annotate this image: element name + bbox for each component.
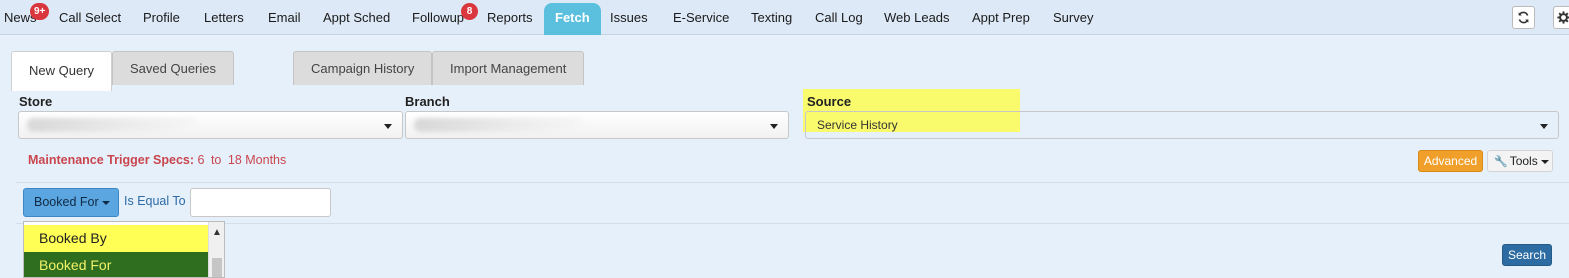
specs-label: Maintenance Trigger Specs:	[28, 153, 195, 167]
nav-texting[interactable]: Texting	[751, 0, 792, 35]
divider	[16, 182, 1569, 183]
chevron-down-icon	[770, 124, 778, 129]
chevron-down-icon	[101, 200, 110, 205]
advanced-button[interactable]: Advanced	[1418, 150, 1483, 172]
store-label: Store	[19, 94, 53, 109]
nav-survey[interactable]: Survey	[1053, 0, 1093, 35]
maintenance-trigger-specs: Maintenance Trigger Specs: 6 to 18 Month…	[28, 153, 286, 167]
divider	[16, 223, 1569, 224]
nav-appt-sched[interactable]: Appt Sched	[323, 0, 390, 35]
dropdown-option-booked-by[interactable]: Booked By	[24, 225, 209, 252]
source-label: Source	[807, 94, 852, 109]
source-value: Service History	[817, 118, 898, 132]
branch-label: Branch	[405, 94, 450, 109]
dropdown-scrollbar[interactable]: ▲	[208, 222, 224, 277]
chevron-down-icon	[1540, 124, 1548, 129]
nav-reports[interactable]: Reports	[487, 0, 533, 35]
chevron-down-icon	[384, 124, 392, 129]
nav-call-select[interactable]: Call Select	[59, 0, 121, 35]
branch-select[interactable]	[405, 111, 789, 139]
refresh-icon[interactable]	[1512, 6, 1535, 29]
tab-new-query[interactable]: New Query	[11, 51, 113, 91]
dropdown-option-booked-for[interactable]: Booked For	[24, 252, 209, 277]
tab-saved-queries[interactable]: Saved Queries	[112, 51, 234, 85]
nav-e-service[interactable]: E-Service	[673, 0, 729, 35]
specs-to: 18 Months	[227, 153, 287, 167]
store-select[interactable]	[18, 111, 403, 139]
field-dropdown-label: Booked For	[34, 195, 99, 209]
source-select[interactable]: Service History	[805, 111, 1559, 139]
wrench-icon: 🔧	[1494, 156, 1508, 168]
scrollbar-thumb[interactable]	[212, 258, 222, 277]
operator-label[interactable]: Is Equal To	[124, 194, 186, 208]
chevron-up-icon[interactable]: ▲	[212, 227, 222, 238]
field-dropdown-list: Booked By Booked For ▲	[23, 221, 225, 278]
tab-import-management[interactable]: Import Management	[432, 51, 585, 85]
gear-icon[interactable]	[1553, 6, 1569, 29]
store-value-redacted	[27, 118, 197, 132]
nav-letters[interactable]: Letters	[204, 0, 244, 35]
tools-button[interactable]: 🔧 Tools	[1487, 150, 1553, 172]
top-nav: News 9+ Call Select Profile Letters Emai…	[0, 0, 1569, 35]
followup-badge: 8	[461, 3, 478, 20]
nav-call-log[interactable]: Call Log	[815, 0, 863, 35]
search-button[interactable]: Search	[1502, 244, 1552, 266]
chevron-down-icon	[1540, 159, 1549, 164]
specs-from: 6	[197, 153, 205, 167]
tools-label: Tools	[1509, 154, 1538, 168]
nav-followup[interactable]: Followup	[412, 0, 464, 35]
branch-value-redacted	[414, 118, 584, 132]
nav-profile[interactable]: Profile	[143, 0, 180, 35]
news-badge: 9+	[30, 3, 50, 20]
nav-web-leads[interactable]: Web Leads	[884, 0, 950, 35]
specs-to-word: to	[210, 153, 222, 167]
nav-appt-prep[interactable]: Appt Prep	[972, 0, 1030, 35]
criteria-value-input[interactable]	[190, 188, 331, 217]
field-dropdown-button[interactable]: Booked For	[23, 188, 119, 217]
nav-issues[interactable]: Issues	[610, 0, 648, 35]
tab-campaign-history[interactable]: Campaign History	[293, 51, 433, 85]
nav-fetch[interactable]: Fetch	[544, 3, 601, 35]
nav-email[interactable]: Email	[268, 0, 301, 35]
